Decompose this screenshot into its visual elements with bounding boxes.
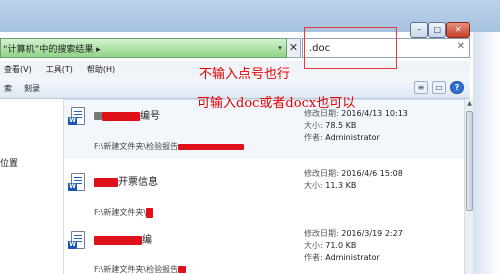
- clear-search-button[interactable]: ✕: [287, 38, 301, 58]
- view-options-icon[interactable]: ≡: [414, 81, 428, 94]
- redaction-mark: [178, 143, 245, 150]
- file-name[interactable]: 编号: [94, 107, 160, 122]
- navigation-pane: 位置: [0, 99, 64, 274]
- toolbar-search-button[interactable]: 索: [0, 83, 20, 94]
- maximize-button[interactable]: □: [428, 22, 447, 38]
- file-size: 大小: 11.3 KB: [304, 181, 357, 190]
- preview-pane-icon[interactable]: ▭: [432, 81, 446, 94]
- file-path: F:\新建文件夹\: [94, 207, 154, 218]
- scroll-thumb[interactable]: [466, 111, 473, 211]
- minimize-button[interactable]: –: [410, 22, 429, 38]
- list-item[interactable]: 编 修改日期: 2016/3/19 2:27 大小: 71.0 KB 作者: A…: [64, 223, 464, 274]
- toolbar-burn-button[interactable]: 刻录: [20, 83, 48, 94]
- file-modified: 修改日期: 2016/3/19 2:27: [304, 229, 403, 238]
- file-author: 作者: Administrator: [304, 253, 380, 262]
- file-path: F:\新建文件夹\检验报告: [94, 264, 187, 274]
- search-highlight-box: [304, 27, 397, 69]
- file-path: F:\新建文件夹\检验报告: [94, 141, 245, 152]
- close-icon[interactable]: ✕: [457, 41, 465, 52]
- redaction-mark: [178, 266, 187, 273]
- word-document-icon: [68, 107, 85, 125]
- address-bar[interactable]: “计算机”中的搜索结果 ▸ ▾: [0, 38, 287, 58]
- redaction-mark: [94, 177, 118, 187]
- annotation-text: 不输入点号也行: [199, 67, 291, 82]
- breadcrumb[interactable]: “计算机”中的搜索结果 ▸: [1, 42, 274, 55]
- close-button[interactable]: ✕: [446, 22, 470, 38]
- menu-help[interactable]: 帮助(H): [83, 64, 125, 75]
- view-controls: ≡ ▭ ?: [410, 81, 464, 94]
- redaction-mark: [146, 207, 154, 218]
- word-document-icon: [68, 173, 85, 191]
- word-document-icon: [68, 231, 85, 249]
- nav-item-location[interactable]: 位置: [0, 156, 18, 169]
- chevron-down-icon[interactable]: ▾: [274, 44, 286, 52]
- file-name[interactable]: 开票信息: [94, 173, 158, 188]
- list-item[interactable]: 开票信息 修改日期: 2016/4/6 15:08 大小: 11.3 KB F:…: [64, 165, 464, 225]
- file-size: 大小: 71.0 KB: [304, 241, 357, 250]
- menu-tools[interactable]: 工具(T): [42, 64, 83, 75]
- redaction-mark: [94, 235, 142, 245]
- search-results-list: 编号 修改日期: 2016/4/13 10:13 大小: 78.5 KB 作者:…: [64, 99, 464, 274]
- window-right-edge: [473, 32, 500, 274]
- menu-view[interactable]: 查看(V): [0, 64, 42, 75]
- help-icon[interactable]: ?: [450, 81, 464, 94]
- redaction-mark: [102, 111, 140, 121]
- annotation-text: 可输入doc或者docx也可以: [197, 96, 356, 111]
- file-name[interactable]: 编: [94, 231, 152, 246]
- file-author: 作者: Administrator: [304, 133, 380, 142]
- file-modified: 修改日期: 2016/4/6 15:08: [304, 169, 403, 178]
- redaction-mark: [94, 112, 102, 120]
- file-size: 大小: 78.5 KB: [304, 121, 357, 130]
